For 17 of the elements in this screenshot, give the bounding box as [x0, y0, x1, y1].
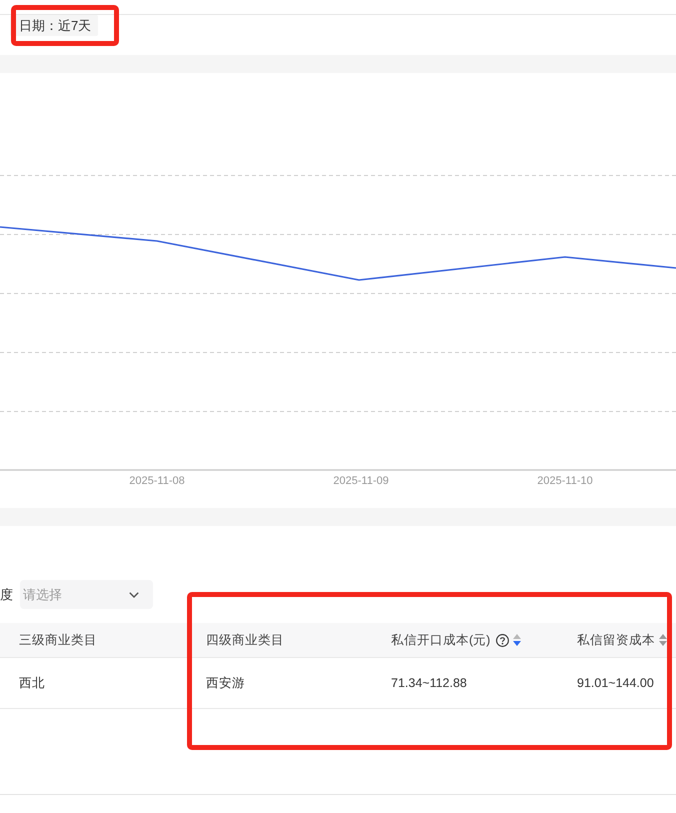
x-axis-label: 2025-11-08: [129, 474, 185, 489]
column-header[interactable]: 私信留资成本: [577, 632, 655, 648]
x-axis-label: 2025-11-09: [333, 474, 389, 489]
filter-label: 度: [0, 586, 13, 604]
column-header: 三级商业类目: [19, 632, 97, 648]
date-filter[interactable]: 日期：近7天: [10, 15, 98, 36]
x-axis-label: 2025-11-10: [537, 474, 593, 489]
column-header[interactable]: 私信开口成本(元): [391, 632, 490, 648]
table-cell-text: 91.01~144.00: [576, 675, 655, 692]
sort-icon[interactable]: [659, 634, 667, 646]
table-cell-text: 西北: [18, 674, 46, 692]
column-header: 四级商业类目: [206, 632, 284, 648]
sort-icon[interactable]: [513, 634, 522, 646]
help-icon[interactable]: [496, 634, 510, 646]
chevron-down-icon: [129, 592, 139, 598]
table-cell-text: 71.34~112.88: [390, 675, 468, 692]
table-cell-text: 西安游: [205, 674, 246, 692]
